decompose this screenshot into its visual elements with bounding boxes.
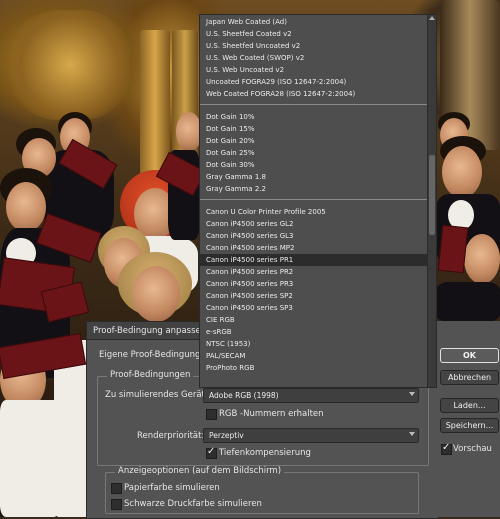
keep-numbers-label: RGB -Nummern erhalten [219,409,324,419]
dropdown-option-label: PAL/SECAM [206,352,246,360]
dropdown-option[interactable]: ProPhoto RGB [200,362,427,374]
dropdown-option-label: Canon iP4500 series GL3 [206,232,294,240]
device-label: Zu simulierendes Gerät: [105,390,208,400]
dropdown-option[interactable]: Uncoated FOGRA29 (ISO 12647-2:2004) [200,76,427,88]
custom-proof-label: Eigene Proof-Bedingung: [99,350,204,360]
dropdown-option[interactable]: Canon U Color Printer Profile 2005 [200,206,427,218]
dropdown-option[interactable]: Canon iP4500 series GL3 [200,230,427,242]
blackpoint-checkbox[interactable] [206,446,217,459]
display-options-legend: Anzeigeoptionen (auf dem Bildschirm) [115,466,285,476]
cancel-button[interactable]: Abbrechen [440,370,499,385]
dialog-button-panel: OK Abbrechen Laden... Speichern... Vorsc… [437,321,500,517]
dropdown-option-label: Gray Gamma 1.8 [206,173,266,181]
preview-label: Vorschau [453,444,492,454]
paper-color-checkbox[interactable] [111,483,122,494]
dropdown-option[interactable]: NTSC (1953) [200,338,427,350]
singer-body [0,400,60,517]
dropdown-option[interactable]: Dot Gain 10% [200,111,427,123]
blackpoint-label: Tiefenkompensierung [219,448,311,458]
paper-color-label: Papierfarbe simulieren [124,483,220,493]
dropdown-option[interactable]: U.S. Sheetfed Coated v2 [200,28,427,40]
dropdown-option[interactable]: Dot Gain 20% [200,135,427,147]
dropdown-separator [200,199,427,200]
altar-ornament [10,10,130,120]
dropdown-option-label: Dot Gain 25% [206,149,255,157]
dropdown-option-label: U.S. Web Uncoated v2 [206,66,285,74]
dropdown-option-label: Canon iP4500 series PR1 [206,256,294,264]
dropdown-option-label: U.S. Web Coated (SWOP) v2 [206,54,305,62]
dropdown-option[interactable]: Canon iP4500 series SP2 [200,290,427,302]
dropdown-option-label: e-sRGB [206,328,232,336]
chevron-down-icon [409,432,415,436]
dropdown-option[interactable]: Canon iP4500 series PR3 [200,278,427,290]
dropdown-option[interactable]: e-sRGB [200,326,427,338]
dropdown-option-label: Canon iP4500 series GL2 [206,220,294,228]
dropdown-option-label: Japan Web Coated (Ad) [206,18,287,26]
scroll-up-icon[interactable] [429,16,435,20]
dropdown-option[interactable]: Canon iP4500 series PR2 [200,266,427,278]
intent-value: Perzeptiv [209,431,244,440]
dropdown-option[interactable]: Canon iP4500 series SP3 [200,302,427,314]
singer-face [132,266,180,322]
dropdown-option[interactable]: PAL/SECAM [200,350,427,362]
intent-label: Renderpriorität: [137,431,205,441]
dropdown-option-label: CIE RGB [206,316,235,324]
dropdown-option[interactable]: Canon iP4500 series MP2 [200,242,427,254]
dialog-title: Proof-Bedingung anpassen [93,326,207,336]
dropdown-option-label: NTSC (1953) [206,340,251,348]
proof-conditions-legend: Proof-Bedingungen [107,370,194,380]
dropdown-option-label: Canon iP4500 series PR3 [206,280,294,288]
black-ink-label: Schwarze Druckfarbe simulieren [124,499,262,509]
dropdown-option-label: U.S. Sheetfed Coated v2 [206,30,292,38]
dropdown-option-label: U.S. Sheetfed Uncoated v2 [206,42,301,50]
dropdown-option[interactable]: U.S. Web Uncoated v2 [200,64,427,76]
dropdown-option[interactable]: Dot Gain 15% [200,123,427,135]
dropdown-option-label: Canon iP4500 series MP2 [206,244,295,252]
dropdown-option[interactable]: Gray Gamma 2.2 [200,183,427,195]
load-button[interactable]: Laden... [440,398,499,413]
dropdown-option-label: Uncoated FOGRA29 (ISO 12647-2:2004) [206,78,347,86]
dropdown-scrollbar[interactable] [427,15,436,387]
dropdown-option-label: Canon iP4500 series SP3 [206,304,293,312]
dropdown-option[interactable]: U.S. Sheetfed Uncoated v2 [200,40,427,52]
dropdown-option[interactable]: CIE RGB [200,314,427,326]
dropdown-option-label: Dot Gain 20% [206,137,255,145]
dropdown-option[interactable]: Dot Gain 30% [200,159,427,171]
dropdown-option-label: Gray Gamma 2.2 [206,185,266,193]
device-select[interactable]: Adobe RGB (1998) [203,388,419,403]
black-ink-checkbox[interactable] [111,499,122,510]
singer-face [464,234,500,284]
ok-button[interactable]: OK [440,348,499,363]
intent-select[interactable]: Perzeptiv [203,428,419,443]
keep-numbers-checkbox[interactable] [206,409,217,420]
device-value: Adobe RGB (1998) [209,391,279,400]
dropdown-option-label: Canon iP4500 series PR2 [206,268,294,276]
singer-body [436,282,500,322]
chevron-down-icon [409,392,415,396]
dropdown-option[interactable]: Canon iP4500 series PR1 [200,254,427,266]
dropdown-option-label: Canon iP4500 series SP2 [206,292,293,300]
singer-face [6,182,46,232]
dropdown-option[interactable]: Web Coated FOGRA28 (ISO 12647-2:2004) [200,88,427,100]
dropdown-option-label: Web Coated FOGRA28 (ISO 12647-2:2004) [206,90,356,98]
dropdown-option-label: Dot Gain 30% [206,161,255,169]
preview-checkbox[interactable] [441,442,452,455]
scroll-thumb[interactable] [429,155,435,235]
dropdown-option-label: Canon U Color Printer Profile 2005 [206,208,326,216]
dropdown-option[interactable]: U.S. Web Coated (SWOP) v2 [200,52,427,64]
dropdown-option-label: Dot Gain 10% [206,113,255,121]
dropdown-option[interactable]: Dot Gain 25% [200,147,427,159]
singer-face [442,146,482,198]
save-button[interactable]: Speichern... [440,418,499,433]
dropdown-option-label: Dot Gain 15% [206,125,255,133]
dropdown-option-label: ProPhoto RGB [206,364,255,372]
dropdown-separator [200,104,427,105]
dropdown-option[interactable]: Japan Web Coated (Ad) [200,16,427,28]
song-book [437,224,469,274]
dropdown-option[interactable]: Gray Gamma 1.8 [200,171,427,183]
dropdown-option[interactable]: Canon iP4500 series GL2 [200,218,427,230]
device-dropdown-list[interactable]: Japan Web Coated (Ad) U.S. Sheetfed Coate… [199,14,437,388]
